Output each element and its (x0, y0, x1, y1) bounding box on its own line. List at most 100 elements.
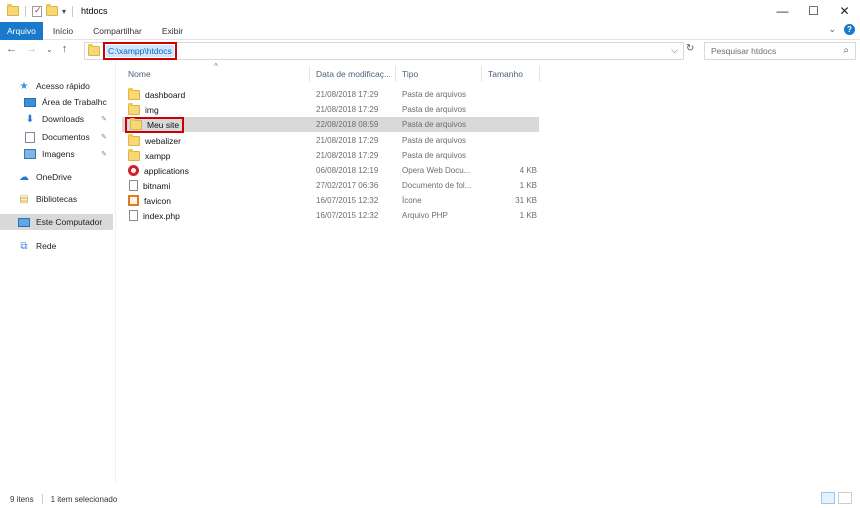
file-name: webalizer (145, 135, 181, 146)
file-name: dashboard (145, 89, 186, 100)
file-date: 22/08/2018 08:59 (316, 120, 379, 129)
file-row[interactable]: img 21/08/2018 17:29 Pasta de arquivos (122, 102, 539, 117)
file-row[interactable]: favicon 16/07/2015 12:32 Ícone 31 KB (122, 193, 539, 208)
tab-view[interactable]: Exibir (152, 22, 193, 40)
cloud-icon: ☁ (19, 171, 29, 183)
folder-icon (128, 102, 140, 115)
file-name: applications (144, 165, 189, 176)
folder-icon[interactable] (7, 4, 19, 16)
chevron-down-icon[interactable]: ⌵ (671, 45, 678, 56)
column-headers: ^ Nome Data de modificaç... Tipo Tamanho (116, 62, 546, 82)
pane-divider[interactable] (115, 62, 116, 484)
column-date[interactable]: Data de modificaç... (310, 66, 396, 82)
column-name[interactable]: Nome (122, 66, 310, 82)
maximize-button[interactable]: ☐ (798, 0, 829, 22)
search-input[interactable]: Pesquisar htdocs ⌕ (704, 42, 856, 60)
file-row[interactable]: xampp 21/08/2018 17:29 Pasta de arquivos (122, 148, 539, 163)
file-row[interactable]: bitnami 27/02/2017 06:36 Documento de fo… (122, 178, 539, 193)
tab-share[interactable]: Compartilhar (83, 22, 152, 40)
ribbon-tabs: Arquivo Início Compartilhar Exibir ⌄ ? (0, 21, 860, 40)
file-date: 21/08/2018 17:29 (316, 151, 379, 160)
address-bar[interactable]: C:\xampp\htdocs ⌵ (84, 42, 684, 60)
nav-this-pc[interactable]: Este Computador (0, 214, 113, 230)
refresh-icon[interactable]: ↻ (686, 43, 694, 54)
file-type: Pasta de arquivos (402, 136, 467, 145)
help-icon[interactable]: ? (844, 24, 855, 35)
nav-network[interactable]: ⧉ Rede (18, 238, 113, 254)
folder-icon (128, 87, 140, 100)
file-type: Pasta de arquivos (402, 90, 467, 99)
nav-label: Documentos (42, 132, 90, 142)
nav-item-desktop[interactable]: Área de Trabalhc (24, 94, 113, 110)
large-icons-view-icon[interactable] (838, 492, 852, 504)
favicon-icon (128, 195, 139, 206)
nav-libraries[interactable]: ▤ Bibliotecas (18, 191, 113, 207)
computer-icon (18, 217, 30, 227)
folder-icon (128, 133, 140, 146)
minimize-button[interactable]: — (767, 0, 798, 22)
nav-label: Imagens (42, 149, 75, 159)
pin-icon[interactable]: ✎ (101, 150, 107, 158)
status-divider (41, 494, 43, 504)
file-row[interactable]: webalizer 21/08/2018 17:29 Pasta de arqu… (122, 133, 539, 148)
nav-item-documents[interactable]: Documentos ✎ (24, 129, 113, 145)
file-row-selected[interactable]: Meu site 22/08/2018 08:59 Pasta de arqui… (122, 116, 539, 133)
address-path[interactable]: C:\xampp\htdocs (103, 42, 177, 60)
new-folder-icon[interactable] (46, 4, 58, 16)
tab-home[interactable]: Início (43, 22, 83, 40)
details-view-icon[interactable] (821, 492, 835, 504)
file-size: 1 KB (519, 211, 537, 220)
selection-count: 1 item selecionado (50, 494, 118, 504)
navigation-pane: ★ Acesso rápido Área de Trabalhc ⬇ Downl… (0, 66, 115, 484)
column-size[interactable]: Tamanho (482, 66, 540, 82)
file-row[interactable]: applications 06/08/2018 12:19 Opera Web … (122, 163, 539, 178)
chevron-down-icon[interactable]: ⌄ (828, 24, 836, 35)
search-placeholder: Pesquisar htdocs (711, 46, 777, 56)
nav-quick-access[interactable]: ★ Acesso rápido (18, 78, 113, 94)
properties-icon[interactable] (32, 5, 42, 17)
download-icon: ⬇ (25, 113, 35, 125)
file-name: img (145, 104, 159, 115)
recent-locations-icon[interactable]: ⌄ (46, 45, 53, 54)
file-icon (129, 210, 138, 221)
file-row[interactable]: index.php 16/07/2015 12:32 Arquivo PHP 1… (122, 208, 539, 223)
quick-access-toolbar: ▾ (0, 4, 75, 17)
file-type: Arquivo PHP (402, 211, 448, 220)
pictures-icon (24, 149, 36, 159)
nav-onedrive[interactable]: ☁ OneDrive (18, 169, 113, 185)
tab-file[interactable]: Arquivo (0, 21, 43, 40)
title-bar: ▾ htdocs — ☐ ✕ (0, 0, 860, 22)
pin-icon[interactable]: ✎ (101, 133, 107, 141)
forward-arrow-icon[interactable]: → (26, 43, 37, 55)
desktop-icon (24, 97, 36, 107)
file-date: 06/08/2018 12:19 (316, 166, 379, 175)
pin-icon[interactable]: ✎ (101, 115, 107, 123)
file-icon (129, 180, 138, 191)
file-row[interactable]: dashboard 21/08/2018 17:29 Pasta de arqu… (122, 87, 539, 102)
back-arrow-icon[interactable]: ← (6, 43, 17, 55)
file-name: favicon (144, 195, 171, 206)
item-count: 9 itens (10, 494, 34, 504)
nav-item-downloads[interactable]: ⬇ Downloads ✎ (24, 111, 113, 127)
nav-item-pictures[interactable]: Imagens ✎ (24, 146, 113, 162)
nav-label: Área de Trabalhc (42, 97, 107, 107)
file-type: Opera Web Docu... (402, 166, 471, 175)
close-button[interactable]: ✕ (829, 0, 860, 22)
file-type: Pasta de arquivos (402, 151, 467, 160)
search-icon[interactable]: ⌕ (843, 45, 849, 56)
column-type[interactable]: Tipo (396, 66, 482, 82)
file-name: xampp (145, 150, 171, 161)
file-date: 21/08/2018 17:29 (316, 136, 379, 145)
file-type: Pasta de arquivos (402, 120, 467, 129)
star-icon: ★ (19, 80, 29, 92)
file-date: 21/08/2018 17:29 (316, 90, 379, 99)
customize-toolbar-icon[interactable]: ▾ (62, 7, 66, 16)
opera-icon (128, 165, 139, 176)
up-arrow-icon[interactable]: ↑ (62, 43, 68, 55)
library-icon: ▤ (19, 193, 29, 205)
folder-icon (88, 44, 100, 56)
file-size: 31 KB (515, 196, 537, 205)
folder-icon (128, 148, 140, 161)
window-title: htdocs (81, 6, 108, 16)
nav-label: Downloads (42, 114, 85, 124)
